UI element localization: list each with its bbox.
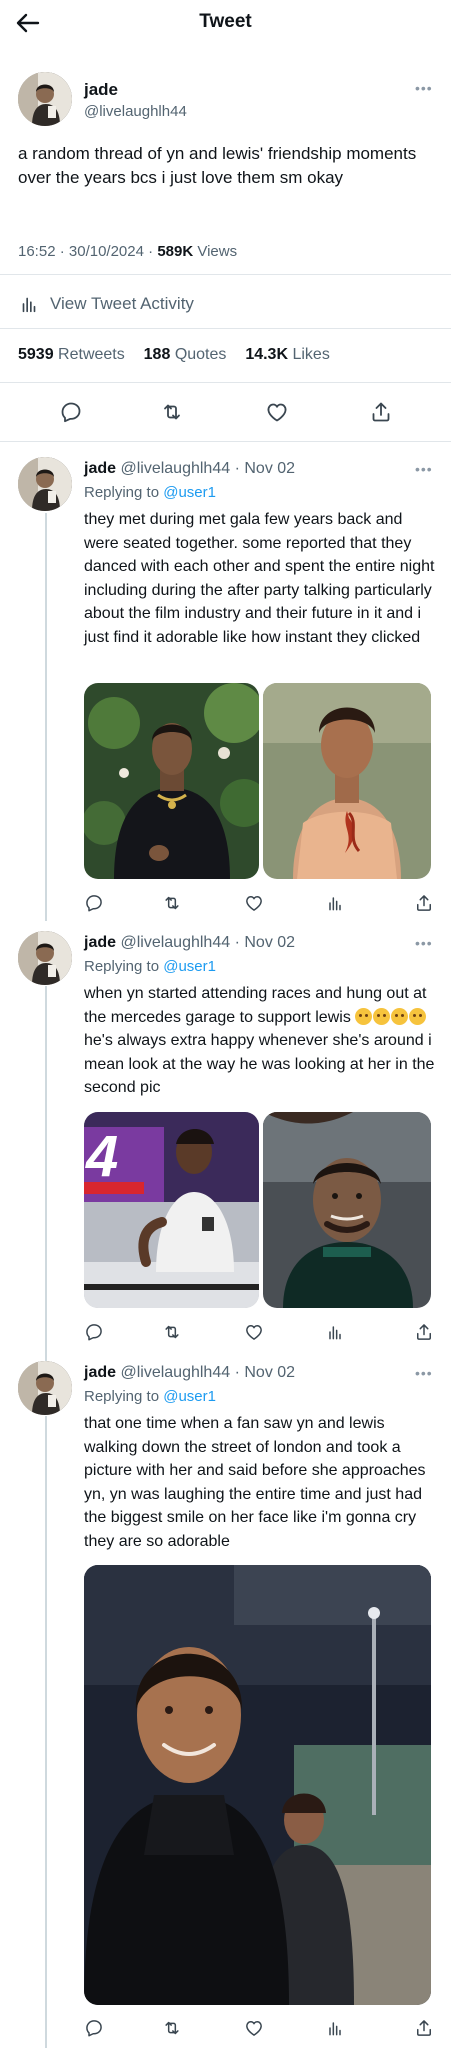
photo-woman-gown[interactable]	[263, 683, 431, 879]
more-dots-icon[interactable]: •••	[415, 935, 433, 951]
divider	[0, 441, 451, 442]
thread-line	[45, 986, 47, 1361]
quotes-label[interactable]: Quotes	[175, 346, 227, 363]
view-activity-link[interactable]: View Tweet Activity	[18, 293, 194, 315]
main-action-bar	[0, 400, 451, 428]
retweet-icon[interactable]	[162, 2018, 182, 2038]
reply-icon[interactable]	[84, 893, 104, 913]
reply-action-bar	[0, 893, 451, 921]
likes-label[interactable]: Likes	[292, 346, 329, 363]
avatar[interactable]	[18, 931, 72, 985]
share-icon[interactable]	[414, 2018, 434, 2038]
retweet-icon[interactable]	[162, 893, 182, 913]
replying-to: Replying to @user1	[84, 484, 216, 501]
replying-label: Replying to	[84, 1388, 160, 1405]
photo-street[interactable]	[84, 1565, 431, 2005]
photo-man-suit[interactable]	[84, 683, 259, 879]
retweets-count[interactable]: 5939	[18, 346, 54, 363]
garage-number: 4	[85, 1124, 118, 1189]
replying-label: Replying to	[84, 958, 160, 975]
reply-header: jade @livelaughlh44 · Nov 02	[84, 1364, 295, 1382]
quotes-count[interactable]: 188	[144, 346, 171, 363]
views-label: Views	[197, 243, 238, 260]
reply-date[interactable]: Nov 02	[244, 460, 295, 477]
author-handle[interactable]: @livelaughlh44	[84, 103, 187, 120]
like-icon[interactable]	[244, 2018, 264, 2038]
author-name[interactable]: jade	[84, 1364, 116, 1381]
author-name[interactable]: jade	[84, 80, 118, 100]
avatar[interactable]	[18, 72, 72, 126]
tweet-text: a random thread of yn and lewis' friends…	[18, 144, 417, 187]
more-dots-icon[interactable]: •••	[415, 80, 433, 96]
reply-header: jade @livelaughlh44 · Nov 02	[84, 934, 295, 952]
share-icon[interactable]	[369, 400, 393, 424]
meta-separator: ·	[234, 1364, 240, 1381]
pleading-face-emoji	[355, 1007, 427, 1026]
share-icon[interactable]	[414, 893, 434, 913]
reply-date[interactable]: Nov 02	[244, 1364, 295, 1381]
share-icon[interactable]	[414, 1322, 434, 1342]
avatar[interactable]	[18, 1361, 72, 1415]
reply-icon[interactable]	[84, 2018, 104, 2038]
replying-label: Replying to	[84, 484, 160, 501]
reply-date[interactable]: Nov 02	[244, 934, 295, 951]
replying-user-link[interactable]: @user1	[163, 1388, 216, 1405]
avatar[interactable]	[18, 457, 72, 511]
likes-count[interactable]: 14.3K	[245, 346, 288, 363]
analytics-icon[interactable]	[325, 2018, 345, 2038]
top-bar: Tweet	[0, 0, 451, 46]
reply-text: they met during met gala few years back …	[84, 511, 435, 646]
more-dots-icon[interactable]: •••	[415, 461, 433, 477]
author-handle[interactable]: @livelaughlh44	[120, 1364, 230, 1381]
author-name[interactable]: jade	[84, 934, 116, 951]
reply-icon[interactable]	[84, 1322, 104, 1342]
analytics-icon[interactable]	[325, 893, 345, 913]
reply-text: when yn started attending races and hung…	[84, 982, 436, 1100]
like-icon[interactable]	[265, 400, 289, 424]
tweet-time: 16:52	[18, 243, 56, 260]
author-name[interactable]: jade	[84, 460, 116, 477]
reply-action-bar	[0, 1322, 451, 1350]
reply-text: that one time when a fan saw yn and lewi…	[84, 1415, 426, 1550]
photo-closeup[interactable]	[263, 1112, 431, 1308]
tweet-date: 30/10/2024	[68, 243, 144, 260]
photo-garage[interactable]: 4	[84, 1112, 259, 1308]
replying-to: Replying to @user1	[84, 958, 216, 975]
more-dots-icon[interactable]: •••	[415, 1365, 433, 1381]
meta-separator: ·	[234, 460, 240, 477]
replying-user-link[interactable]: @user1	[163, 958, 216, 975]
meta-separator: ·	[148, 243, 158, 260]
divider	[0, 328, 451, 329]
tweet-stats: 5939 Retweets 188 Quotes 14.3K Likes	[18, 346, 330, 364]
views-count: 589K	[157, 243, 194, 260]
retweet-icon[interactable]	[160, 400, 184, 424]
thread-line	[45, 1416, 47, 2048]
thread-line	[45, 513, 47, 921]
divider	[0, 274, 451, 275]
replying-to: Replying to @user1	[84, 1388, 216, 1405]
meta-separator: ·	[234, 934, 240, 951]
retweet-icon[interactable]	[162, 1322, 182, 1342]
like-icon[interactable]	[244, 1322, 264, 1342]
reply-icon[interactable]	[59, 400, 83, 424]
retweets-label[interactable]: Retweets	[58, 346, 125, 363]
replying-user-link[interactable]: @user1	[163, 484, 216, 501]
analytics-icon[interactable]	[325, 1322, 345, 1342]
reply-action-bar	[0, 2018, 451, 2046]
activity-label: View Tweet Activity	[50, 294, 194, 313]
author-handle[interactable]: @livelaughlh44	[120, 934, 230, 951]
divider	[0, 382, 451, 383]
reply-header: jade @livelaughlh44 · Nov 02	[84, 460, 295, 478]
page-title: Tweet	[199, 11, 252, 32]
tweet-meta: 16:52 · 30/10/2024 · 589K Views	[18, 243, 237, 260]
author-handle[interactable]: @livelaughlh44	[120, 460, 230, 477]
like-icon[interactable]	[244, 893, 264, 913]
meta-separator: ·	[59, 243, 69, 260]
bar-chart-icon	[18, 293, 40, 315]
reply-text-part: he's always extra happy whenever she's a…	[84, 1032, 435, 1097]
